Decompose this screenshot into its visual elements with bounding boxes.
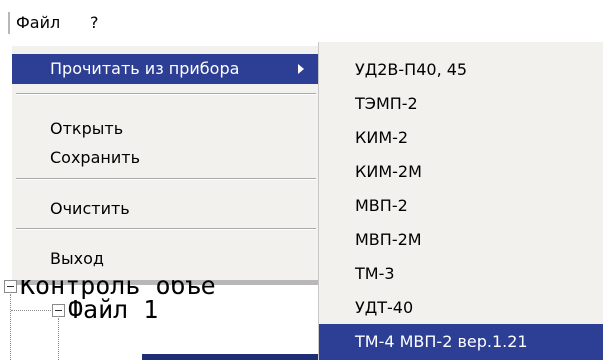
tree-connector [11, 310, 51, 311]
submenu-item-label: ТМ-3 [355, 264, 395, 283]
menu-item-clear[interactable]: Очистить [12, 194, 320, 224]
tree-selected-item[interactable] [142, 354, 342, 360]
menu-item-read-from-device[interactable]: Прочитать из прибора [12, 54, 320, 84]
menu-help[interactable]: ? [88, 12, 101, 34]
submenu-item-label: ТМ-4 МВП-2 вер.1.21 [355, 332, 528, 351]
menu-file[interactable]: Файл [14, 12, 62, 34]
menu-bar: Файл ? [0, 0, 603, 46]
tree-collapse-icon[interactable] [4, 280, 17, 293]
submenu-item-kim-2m[interactable]: КИМ-2М [319, 156, 603, 188]
submenu-item-mvp-2m[interactable]: МВП-2М [319, 224, 603, 256]
submenu-item-label: УДТ-40 [355, 298, 414, 317]
menu-item-open[interactable]: Открыть [12, 114, 320, 144]
submenu-item-udt-40[interactable]: УДТ-40 [319, 292, 603, 324]
submenu-item-ud2v-p40[interactable]: УД2В-П40, 45 [319, 54, 603, 86]
tree-connector [10, 294, 11, 360]
menu-item-exit[interactable]: Выход [12, 244, 320, 274]
menu-item-label: Прочитать из прибора [50, 59, 240, 78]
submenu-item-label: МВП-2 [355, 196, 408, 215]
menu-item-label: Очистить [50, 199, 130, 218]
menu-separator [16, 228, 316, 230]
menu-item-label: Сохранить [50, 148, 140, 167]
submenu-arrow-icon [298, 64, 304, 74]
tree-child-label[interactable]: Файл 1 [68, 295, 158, 325]
submenu-item-kim-2[interactable]: КИМ-2 [319, 122, 603, 154]
menu-item-label: Открыть [50, 119, 124, 138]
submenu-item-label: КИМ-2 [355, 128, 409, 147]
tree-collapse-icon[interactable] [52, 304, 65, 317]
submenu-item-mvp-2[interactable]: МВП-2 [319, 190, 603, 222]
submenu-item-label: КИМ-2М [355, 162, 422, 181]
menu-item-label: Выход [50, 249, 104, 268]
menubar-grip [8, 12, 10, 34]
submenu-item-tm-3[interactable]: ТМ-3 [319, 258, 603, 290]
submenu-item-tm-4-mvp-2[interactable]: ТМ-4 МВП-2 вер.1.21 [319, 324, 603, 360]
tree-connector [58, 318, 59, 360]
menu-item-save[interactable]: Сохранить [12, 143, 320, 173]
submenu-item-label: МВП-2М [355, 230, 422, 249]
device-submenu: УД2В-П40, 45 ТЭМП-2 КИМ-2 КИМ-2М МВП-2 М… [318, 42, 603, 360]
submenu-item-label: ТЭМП-2 [355, 94, 418, 113]
file-menu: Прочитать из прибора Открыть Сохранить О… [12, 46, 320, 280]
menu-separator [16, 178, 316, 180]
menu-separator [16, 93, 316, 95]
submenu-item-temp-2[interactable]: ТЭМП-2 [319, 88, 603, 120]
submenu-item-label: УД2В-П40, 45 [355, 60, 468, 79]
